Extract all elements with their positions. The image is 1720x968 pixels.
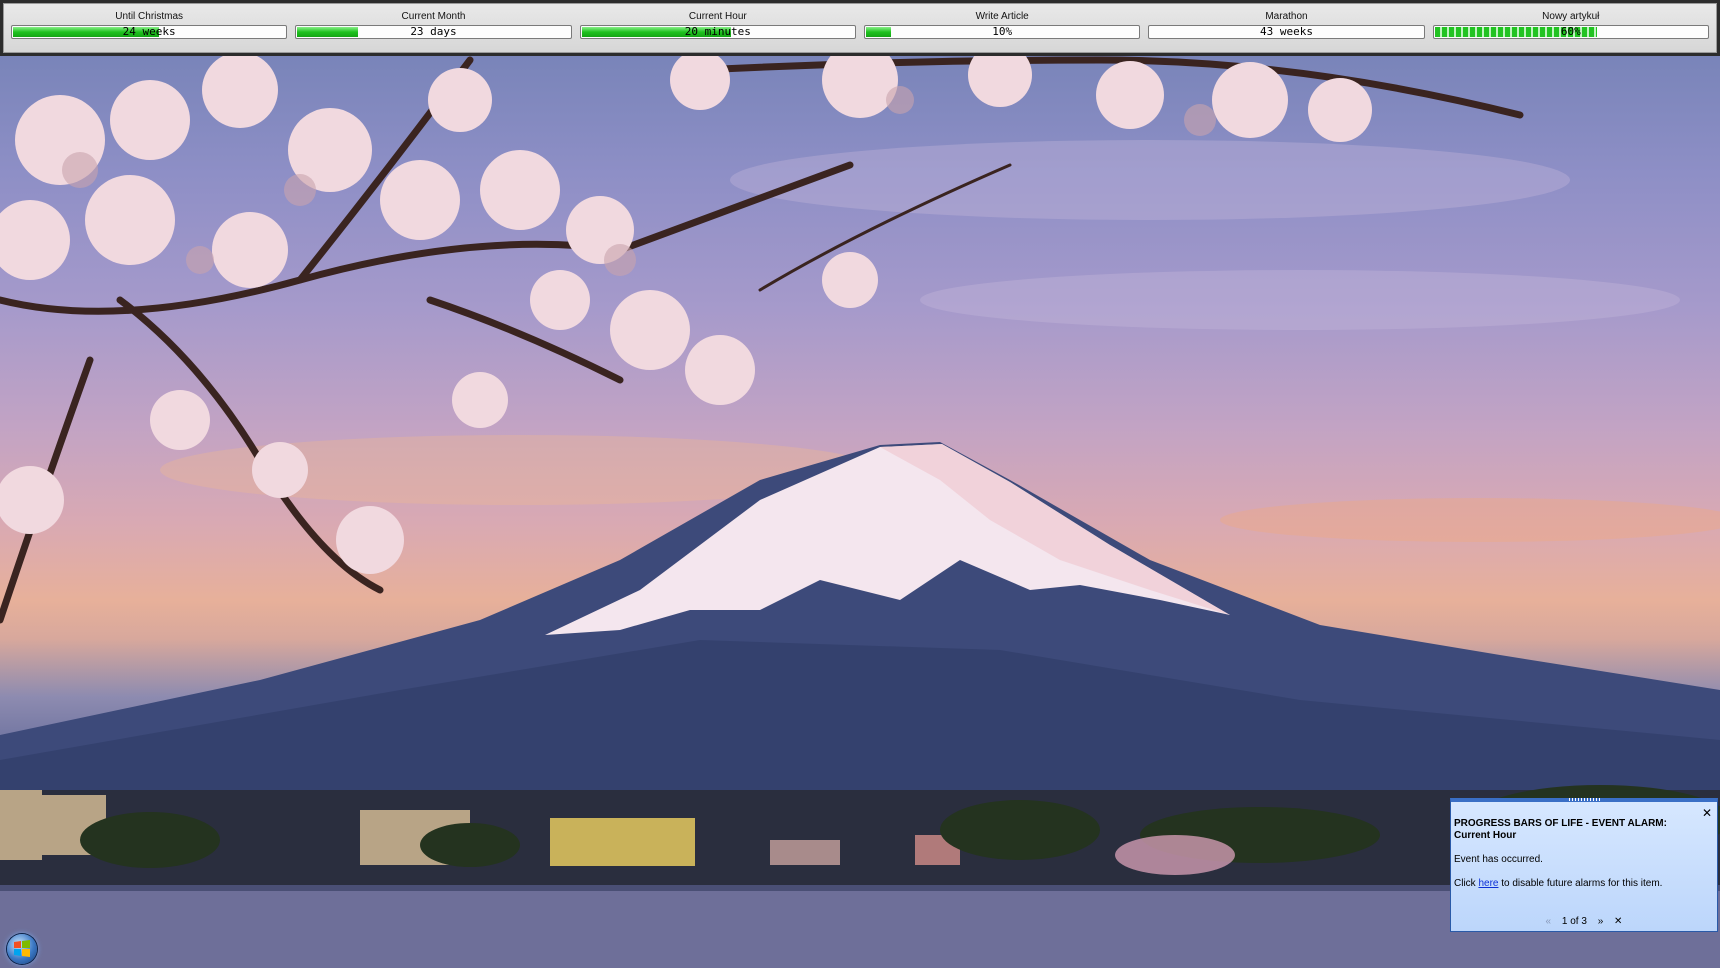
desktop: Until Christmas 24 weeks Current Month 2…	[0, 0, 1720, 968]
alarm-hint: Click here to disable future alarms for …	[1454, 878, 1662, 889]
progress-title: Marathon	[1265, 11, 1308, 22]
progress-bar[interactable]: 20 minutes	[579, 25, 856, 39]
progress-value: 24 weeks	[122, 25, 176, 38]
progress-item-current-month[interactable]: Current Month 23 days	[295, 10, 572, 53]
next-alarm-icon[interactable]: »	[1598, 916, 1604, 927]
dismiss-all-icon[interactable]: ✕	[1614, 916, 1622, 927]
progress-bar[interactable]: 10%	[863, 25, 1141, 39]
alarm-message: Event has occurred.	[1454, 854, 1543, 865]
alarm-pager: « 1 of 3 » ✕	[1451, 916, 1717, 927]
close-icon[interactable]: ✕	[1702, 807, 1712, 819]
progress-bar[interactable]: 43 weeks	[1148, 25, 1425, 39]
progress-bar[interactable]: 60%	[1432, 25, 1709, 39]
progress-bars-toolbar: Until Christmas 24 weeks Current Month 2…	[0, 0, 1720, 56]
progress-item-marathon[interactable]: Marathon 43 weeks	[1148, 10, 1425, 53]
progress-value: 10%	[992, 25, 1013, 38]
progress-value: 60%	[1560, 25, 1581, 38]
progress-title: Current Month	[401, 11, 466, 22]
disable-alarms-link[interactable]: here	[1478, 878, 1498, 889]
progress-title: Write Article	[975, 11, 1029, 22]
previous-alarm-icon[interactable]: «	[1546, 916, 1552, 927]
progress-item-write-article[interactable]: Write Article 10%	[863, 10, 1141, 53]
progress-value: 20 minutes	[684, 25, 751, 38]
hint-prefix: Click	[1454, 878, 1479, 889]
progress-item-nowy-artykul[interactable]: Nowy artykuł 60%	[1432, 10, 1709, 53]
progress-item-current-hour[interactable]: Current Hour 20 minutes	[579, 10, 856, 53]
alarm-title: PROGRESS BARS OF LIFE - EVENT ALARM: Cur…	[1454, 818, 1667, 841]
progress-title: Until Christmas	[115, 11, 184, 22]
progress-title: Current Hour	[688, 11, 747, 22]
progress-item-until-christmas[interactable]: Until Christmas 24 weeks	[11, 10, 288, 53]
progress-value: 23 days	[410, 25, 457, 38]
progress-value: 43 weeks	[1259, 25, 1313, 38]
progress-bar[interactable]: 23 days	[295, 25, 572, 39]
event-alarm-popup: ✕ PROGRESS BARS OF LIFE - EVENT ALARM: C…	[1450, 798, 1718, 932]
pager-text: 1 of 3	[1561, 916, 1587, 927]
progress-bar[interactable]: 24 weeks	[11, 25, 288, 39]
hint-suffix: to disable future alarms for this item.	[1498, 878, 1663, 889]
drag-grip[interactable]	[1569, 798, 1601, 801]
windows-start-icon[interactable]	[7, 934, 37, 964]
progress-title: Nowy artykuł	[1542, 11, 1600, 22]
